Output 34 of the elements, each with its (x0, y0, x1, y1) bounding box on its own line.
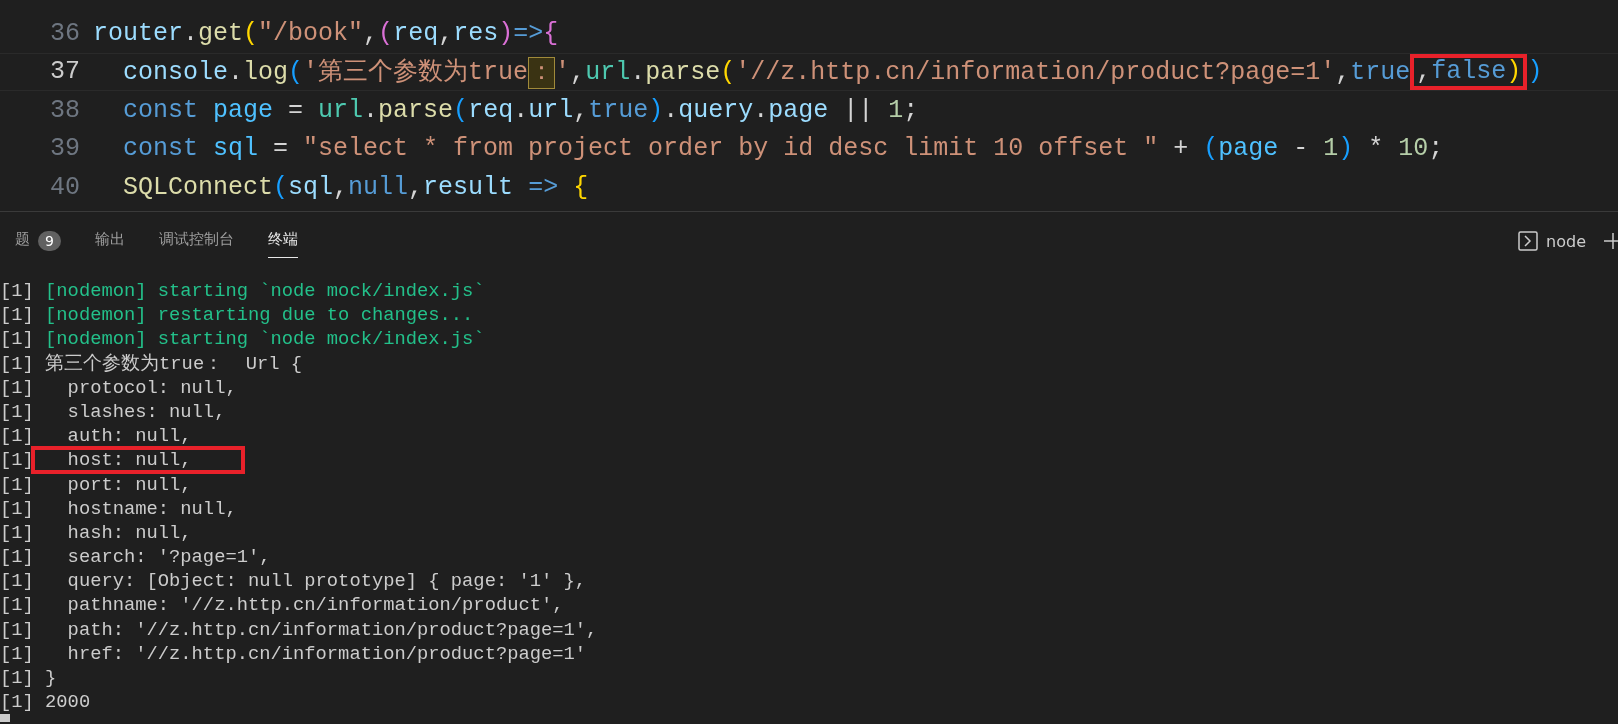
terminal-line: [1] slashes: null, (0, 399, 226, 425)
terminal-line: [1] hostname: null, (0, 496, 237, 521)
terminal-line: [1] [nodemon] starting `node mock/index.js` (0, 279, 485, 304)
terminal-line: [1] pathname: '//z.http.cn/information/product', (0, 593, 564, 618)
terminal-line: [1] port: null, (0, 472, 192, 497)
terminal-line: [1] search: '?page=1', (0, 545, 271, 570)
code-line: console.log('第三个参数为true：',url.parse('//z.http.cn/information/product?page=1',true ,false) ) (93, 53, 1543, 90)
terminal-line: [1] path: '//z.http.cn/information/product?page=1', (0, 617, 598, 642)
code-line: const sql = "select * from project order by id desc limit 10 offset " + (page - 1) * 10; (122, 133, 1444, 166)
terminal-name[interactable]: node (1546, 231, 1586, 251)
terminal-line: [1] } (0, 666, 57, 691)
terminal-line: [1] host: null, (0, 448, 242, 473)
terminal-line: [1] query: [Object: null prototype] { page: '1' }, (0, 569, 587, 594)
terminal-line: [1] auth: null, (0, 424, 192, 449)
terminal-line: [1] 第三个参数为true： Url { (0, 351, 303, 376)
terminal-line: [1] [nodemon] restarting due to changes... (0, 303, 474, 328)
terminal-line: [1] protocol: null, (0, 375, 237, 400)
line-number: 38 (49, 95, 81, 125)
count-badge: 9 (38, 231, 61, 251)
terminal-line: [1] [nodemon] starting `node mock/index.js` (0, 327, 485, 352)
line-number: 37 (49, 57, 81, 87)
terminal-line: [1] hash: null, (0, 520, 192, 546)
code-line: router.get("/book",(req,res)=>{ (93, 17, 559, 50)
code-line: const page = url.parse(req.url,true).query.page || 1; (122, 94, 919, 127)
panel-tab[interactable]: 终端 (267, 224, 298, 258)
code-line: SQLConnect(sql,null,result => { (122, 171, 589, 204)
panel-tab[interactable]: 调试控制台 (158, 224, 234, 258)
panel-tab[interactable]: 题 (15, 224, 30, 258)
line-number: 40 (49, 172, 81, 202)
panel-tab[interactable]: 输出 (94, 224, 125, 258)
terminal-line: [1] 2000 (0, 690, 91, 715)
line-number: 39 (49, 134, 81, 164)
terminal-line: [1] href: '//z.http.cn/information/product?page=1' (0, 641, 587, 666)
line-number: 36 (49, 18, 81, 48)
